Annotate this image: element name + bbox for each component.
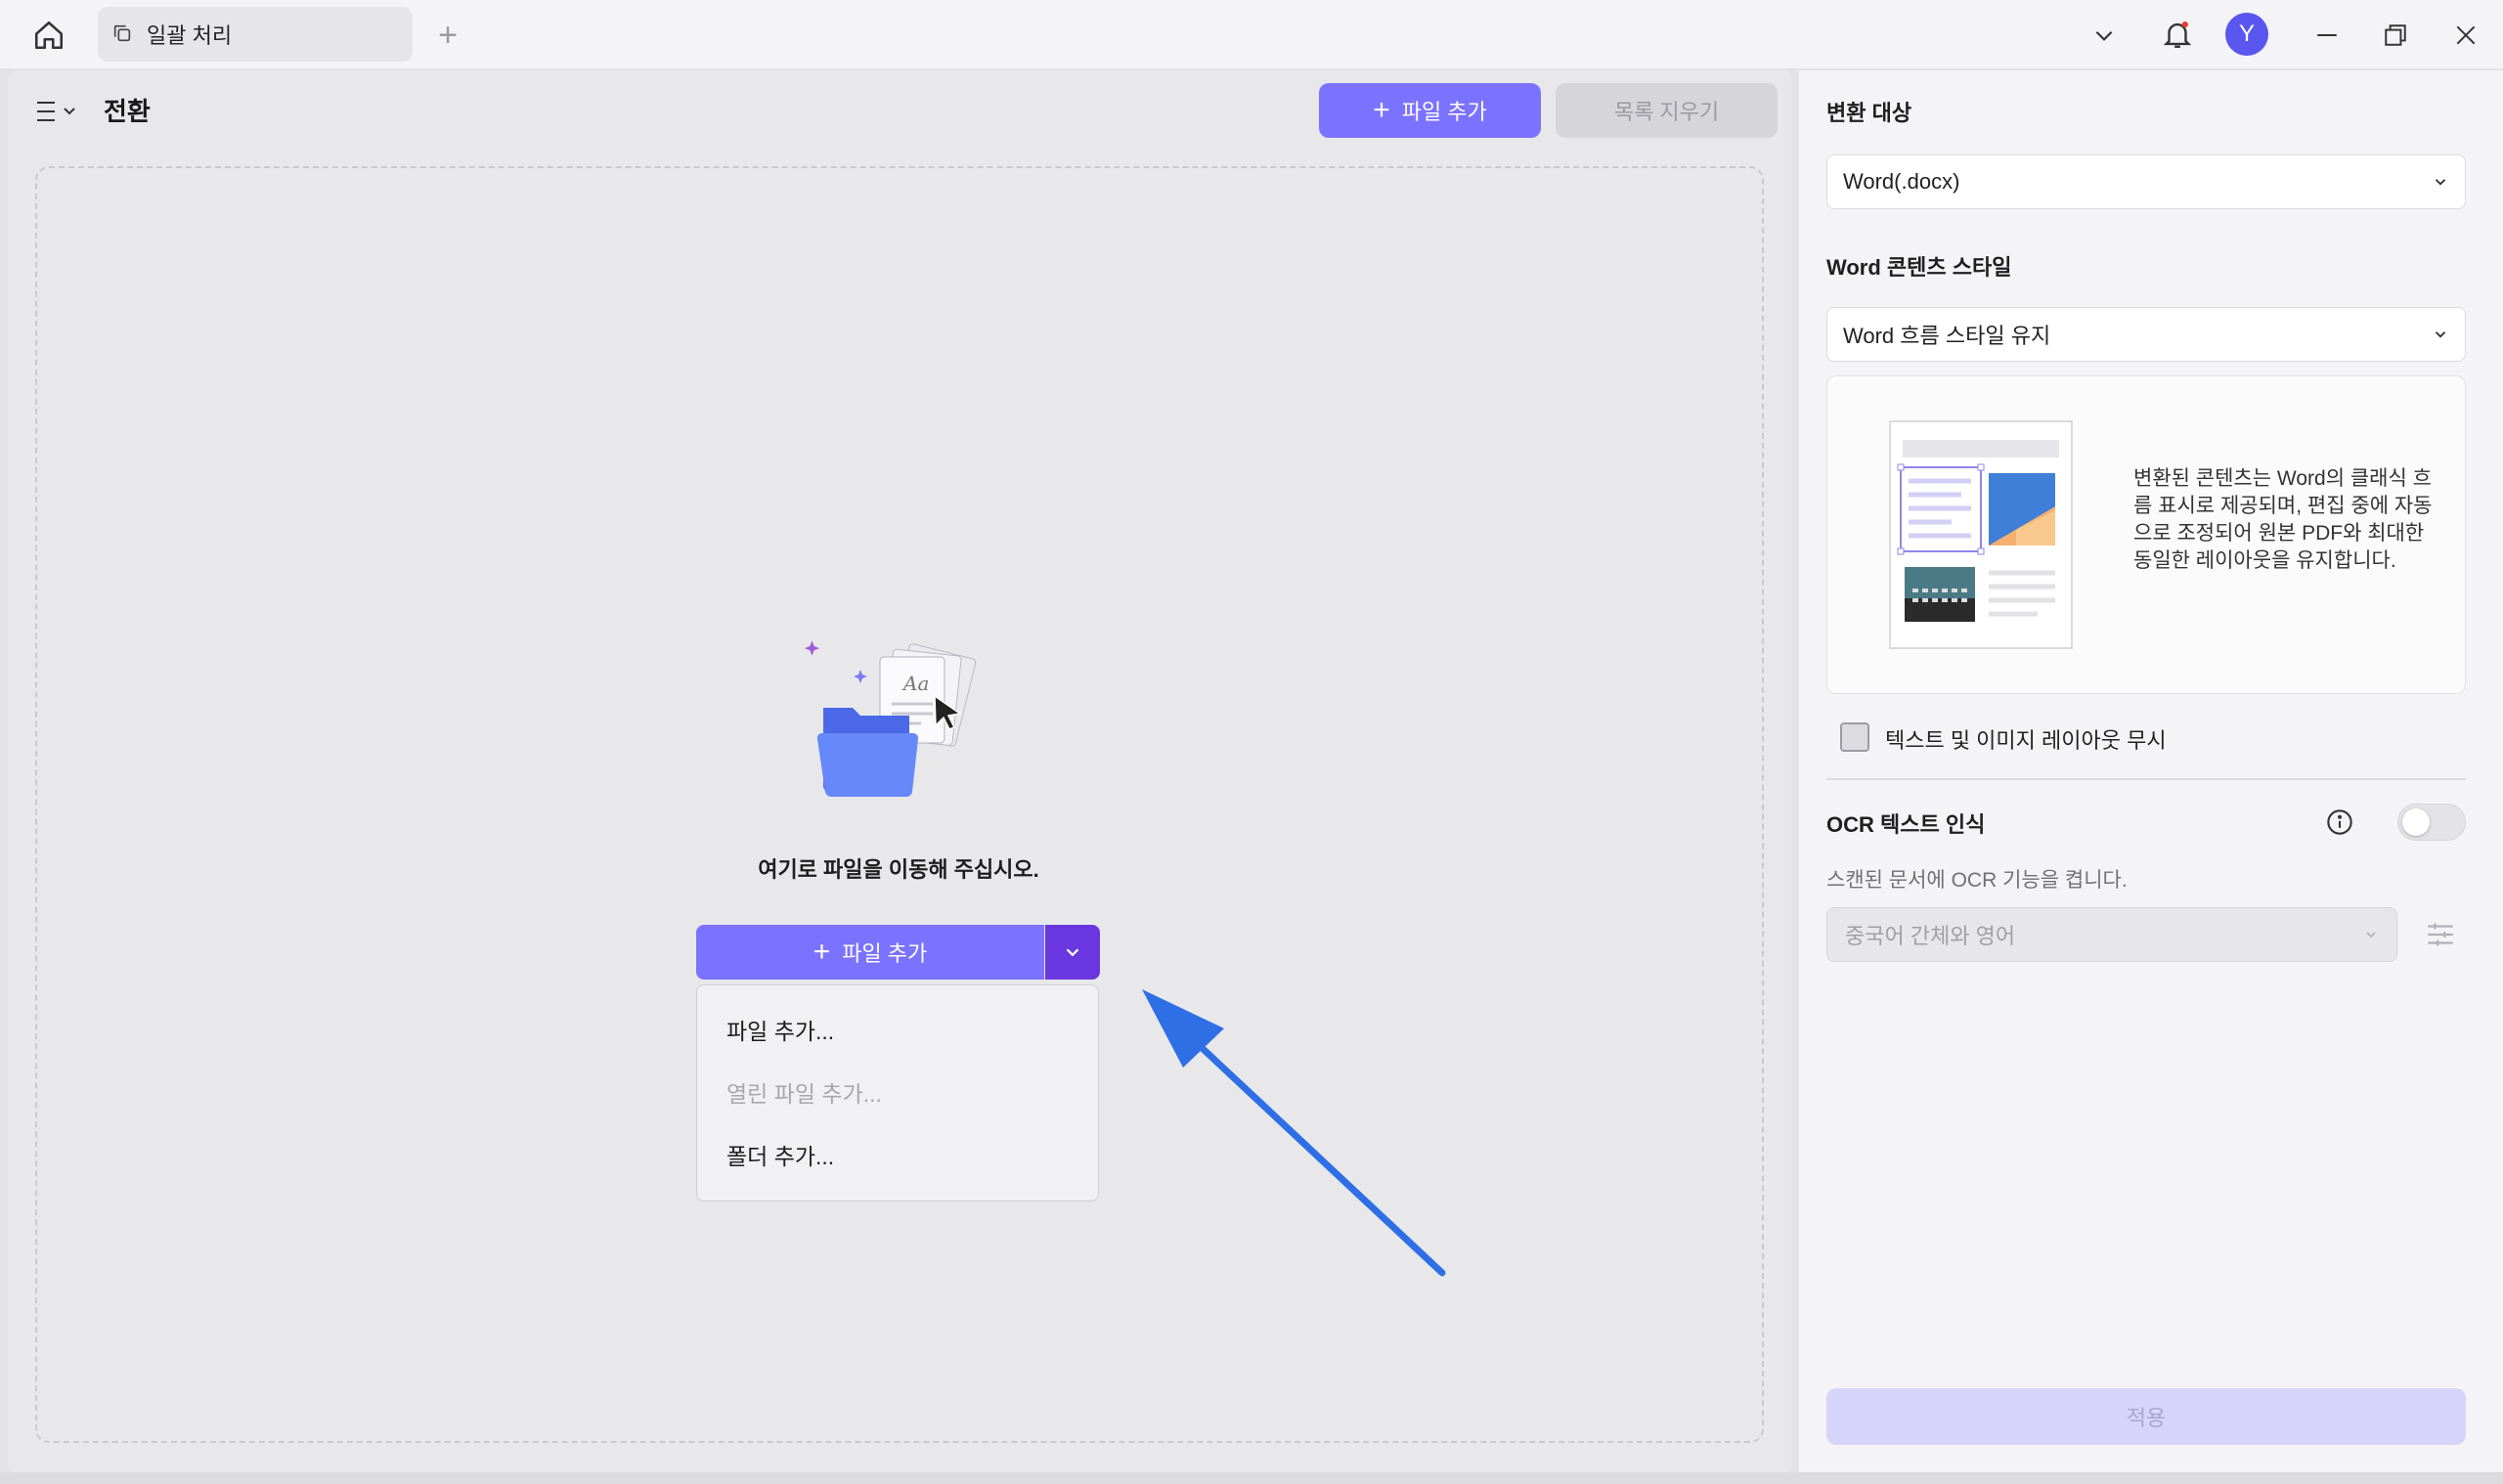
annotation-arrow bbox=[1142, 989, 1446, 1277]
page-title: 전환 bbox=[104, 97, 151, 126]
svg-text:Aa: Aa bbox=[901, 672, 929, 695]
target-format-select[interactable]: Word(.docx) bbox=[1826, 154, 2466, 209]
ignore-layout-label: 텍스트 및 이미지 레이아웃 무시 bbox=[1885, 728, 2167, 753]
style-preview-description: 변환된 콘텐츠는 Word의 클래식 흐름 표시로 제공되며, 편집 중에 자동… bbox=[2133, 467, 2433, 572]
bottom-edge bbox=[0, 1472, 2503, 1484]
ocr-language-select: 중국어 간체와 영어 bbox=[1826, 907, 2397, 962]
tab-label: 일괄 처리 bbox=[147, 23, 233, 48]
menu-item-add-folder[interactable]: 폴더 추가... bbox=[726, 1138, 834, 1171]
document-preview-thumbnail bbox=[1889, 420, 2075, 651]
chevron-down-icon bbox=[2435, 331, 2446, 338]
ocr-description: 스캔된 문서에 OCR 기능을 켭니다. bbox=[1826, 869, 2128, 892]
add-file-dropdown-menu: 파일 추가... 열린 파일 추가... 폴더 추가... bbox=[696, 984, 1099, 1201]
add-file-dropdown-toggle[interactable] bbox=[1045, 925, 1100, 980]
ignore-layout-checkbox[interactable] bbox=[1840, 722, 1869, 752]
apply-button: 적용 bbox=[1826, 1388, 2466, 1445]
sliders-settings-icon bbox=[2419, 913, 2462, 956]
add-file-main-button[interactable]: + 파일 추가 bbox=[696, 925, 1044, 980]
bell-icon[interactable] bbox=[2155, 12, 2200, 57]
add-file-main-label: 파일 추가 bbox=[842, 941, 928, 966]
home-icon[interactable] bbox=[27, 14, 70, 57]
word-style-label: Word 콘텐츠 스타일 bbox=[1826, 255, 2012, 280]
ocr-label: OCR 텍스트 인식 bbox=[1826, 812, 1986, 837]
add-file-label: 파일 추가 bbox=[1401, 100, 1487, 124]
ocr-language-value: 중국어 간체와 영어 bbox=[1845, 924, 2016, 948]
avatar[interactable]: Y bbox=[2225, 13, 2268, 56]
new-tab-plus-icon[interactable]: + bbox=[426, 14, 469, 57]
add-file-button[interactable]: + 파일 추가 bbox=[1319, 83, 1541, 138]
restore-icon[interactable] bbox=[2374, 14, 2417, 57]
divider bbox=[1826, 778, 2466, 780]
menu-button[interactable] bbox=[33, 94, 82, 129]
chevron-down-icon[interactable] bbox=[2083, 14, 2126, 57]
minimize-icon[interactable] bbox=[2305, 14, 2349, 57]
plus-icon: + bbox=[812, 936, 831, 968]
info-icon[interactable] bbox=[2325, 807, 2354, 837]
chevron-down-icon bbox=[2435, 179, 2446, 186]
target-format-label: 변환 대상 bbox=[1826, 101, 1912, 125]
tab-batch-processing[interactable]: 일괄 처리 bbox=[98, 7, 413, 62]
target-format-value: Word(.docx) bbox=[1843, 169, 1960, 194]
ocr-toggle[interactable] bbox=[2397, 804, 2466, 841]
menu-item-add-file[interactable]: 파일 추가... bbox=[726, 1013, 834, 1046]
menu-item-add-open-file: 열린 파일 추가... bbox=[726, 1081, 882, 1107]
chevron-down-icon bbox=[2366, 932, 2376, 938]
copy-icon bbox=[111, 22, 135, 46]
clear-list-button[interactable]: 목록 지우기 bbox=[1556, 83, 1778, 138]
close-icon[interactable] bbox=[2444, 14, 2487, 57]
word-style-value: Word 흐름 스타일 유지 bbox=[1843, 324, 2051, 348]
word-style-select[interactable]: Word 흐름 스타일 유지 bbox=[1826, 307, 2466, 362]
chevron-down-icon bbox=[1066, 948, 1079, 957]
plus-icon: + bbox=[1373, 94, 1390, 126]
folder-documents-illustration: Aa bbox=[802, 635, 997, 811]
drop-hint: 여기로 파일을 이동해 주십시오. bbox=[758, 857, 1039, 882]
